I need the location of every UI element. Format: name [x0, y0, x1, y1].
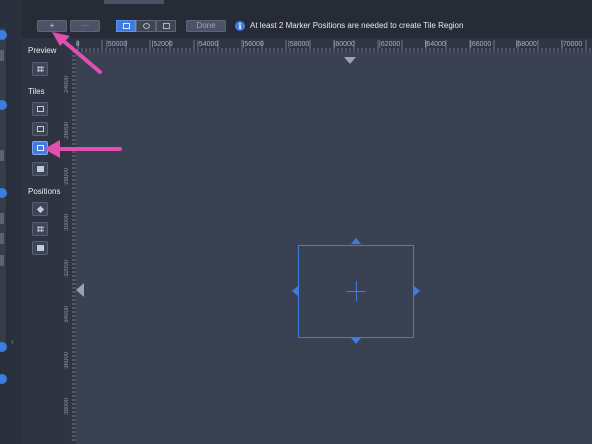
- group-label-tiles: Tiles: [28, 87, 45, 96]
- ruler-top-label: |68000: [515, 41, 537, 48]
- info-message: At least 2 Marker Positions are needed t…: [250, 21, 464, 30]
- position-array-button[interactable]: [32, 241, 48, 255]
- window-grip: [104, 0, 164, 4]
- group-label-positions: Positions: [28, 187, 61, 196]
- grid-dots-icon: [37, 226, 44, 232]
- rectangle-icon: [37, 126, 44, 132]
- tile-rectangle-button[interactable]: [32, 122, 48, 136]
- ruler-left-label: 38000: [64, 398, 70, 415]
- resize-handle-bottom[interactable]: [351, 338, 361, 344]
- ruler-top-label: |66000: [470, 41, 492, 48]
- circle-mode-button[interactable]: [136, 20, 156, 32]
- array-icon: [37, 245, 44, 251]
- ruler-top-label: |64000: [424, 41, 446, 48]
- ruler-top-label: |60000: [333, 41, 355, 48]
- rail-tab[interactable]: [0, 150, 4, 161]
- scan-area-icon: [37, 66, 44, 72]
- center-crosshair-icon: [356, 281, 357, 301]
- tile-contour-button[interactable]: [32, 102, 48, 116]
- ruler-top-label: |56000: [242, 41, 264, 48]
- done-button[interactable]: Done: [186, 20, 226, 32]
- ruler-left-label: 24000: [64, 76, 70, 93]
- annotation-arrow-tile-region: [44, 140, 122, 158]
- ruler-top-label: |70000: [561, 41, 583, 48]
- ruler-top-label: |58000: [288, 41, 310, 48]
- ruler-left-label: 32000: [64, 260, 70, 277]
- ruler-left-label: 34000: [64, 306, 70, 323]
- position-grid-button[interactable]: [32, 222, 48, 236]
- resize-handle-right[interactable]: [414, 286, 420, 296]
- diamond-icon: [36, 205, 45, 214]
- filled-rectangle-icon: [37, 166, 44, 172]
- rail-panel: [0, 28, 7, 343]
- info-icon: i: [235, 21, 245, 31]
- ruler-left-label: 30000: [64, 214, 70, 231]
- rail-expand-icon[interactable]: [0, 374, 7, 384]
- annotation-arrow-add: [52, 32, 102, 74]
- ruler-left-label: 28000: [64, 168, 70, 185]
- rail-tab[interactable]: [0, 255, 4, 266]
- tool-panel: Preview Tiles Positions: [22, 38, 64, 444]
- ruler-top: |48|50000|52000|54000|56000|58000|60000|…: [64, 38, 592, 52]
- add-position-button[interactable]: [32, 202, 48, 216]
- resize-handle-top[interactable]: [351, 238, 361, 244]
- resize-handle-left[interactable]: [292, 286, 298, 296]
- ruler-top-label: |54000: [197, 41, 219, 48]
- ruler-left-label: 36000: [64, 352, 70, 369]
- polygon-mode-button[interactable]: [156, 20, 176, 32]
- contour-icon: [37, 106, 44, 112]
- rail-tab[interactable]: [0, 233, 4, 244]
- collapse-arrow-icon[interactable]: ‹: [11, 336, 17, 348]
- rail-tab[interactable]: [0, 213, 4, 224]
- ruler-left-label: 26000: [64, 122, 70, 139]
- preview-scan-button[interactable]: [32, 62, 48, 76]
- ruler-top-label: |50000: [106, 41, 128, 48]
- tile-fill-button[interactable]: [32, 162, 48, 176]
- stage-position-marker-y: [76, 283, 84, 297]
- ruler-top-ticks: [77, 40, 591, 52]
- polygon-icon: [162, 23, 170, 29]
- ruler-left-ticks: [72, 52, 76, 441]
- rectangle-icon: [122, 23, 130, 29]
- ruler-left: 24000 26000 28000 30000 32000 34000 36000 38000: [64, 52, 76, 444]
- stage-position-marker-x: [344, 57, 356, 64]
- rail-expand-icon[interactable]: [0, 342, 7, 352]
- left-rail: ‹: [0, 0, 22, 444]
- ruler-top-label: |52000: [151, 41, 173, 48]
- rail-tab[interactable]: [0, 50, 4, 61]
- rectangle-mode-button[interactable]: [116, 20, 136, 32]
- circle-icon: [142, 23, 150, 29]
- ruler-top-label: |62000: [379, 41, 401, 48]
